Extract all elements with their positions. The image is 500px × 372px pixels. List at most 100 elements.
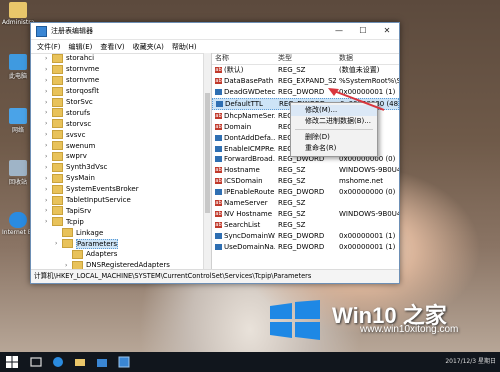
windows-logo-watermark	[270, 300, 320, 340]
expand-arrow-icon[interactable]: ›	[45, 131, 52, 138]
folder-icon	[52, 151, 63, 161]
key-tree[interactable]: › storahci › stornvme › stornvme › storqosflt › S…	[31, 53, 212, 269]
tree-node[interactable]: › stornvme	[31, 64, 211, 75]
value-row[interactable]: UseDomainNa... REG_DWORD 0x00000001 (1)	[212, 241, 399, 252]
menu-file[interactable]: 文件(F)	[33, 42, 65, 52]
expand-arrow-icon[interactable]: ›	[45, 99, 52, 106]
value-name-cell: UseDomainNa...	[212, 243, 275, 251]
values-header: 名称 类型 数据	[212, 53, 399, 65]
taskbar: 2017/12/3 星期日	[0, 352, 500, 372]
tree-node[interactable]: › storvsc	[31, 118, 211, 129]
value-name: UseDomainNa...	[224, 242, 275, 251]
menu-item-modify-binary[interactable]: 修改二进制数据(B)...	[291, 116, 377, 127]
minimize-button[interactable]: —	[327, 23, 351, 39]
value-row[interactable]: IPEnableRouter REG_DWORD 0x00000000 (0)	[212, 187, 399, 198]
expand-arrow-icon[interactable]: ›	[45, 186, 52, 193]
tree-scrollbar[interactable]	[203, 53, 211, 269]
title-bar[interactable]: 注册表编辑器 — ☐ ✕	[31, 23, 399, 40]
menu-item-delete[interactable]: 删除(D)	[291, 132, 377, 143]
value-row[interactable]: ab ICSDomain REG_SZ mshome.net	[212, 176, 399, 187]
expand-arrow-icon[interactable]: ›	[45, 218, 52, 225]
expand-arrow-icon[interactable]: ›	[45, 66, 52, 73]
value-name-cell: ab Hostname	[212, 166, 275, 174]
folder-icon	[52, 130, 63, 140]
column-type[interactable]: 类型	[275, 53, 336, 63]
computer-icon	[9, 54, 27, 70]
tree-node[interactable]: › Tcpip	[31, 216, 211, 227]
value-data: %SystemRoot%\Syste	[339, 77, 399, 86]
expand-arrow-icon[interactable]: ›	[45, 55, 52, 62]
expand-arrow-icon[interactable]: ›	[45, 142, 52, 149]
expand-arrow-icon[interactable]: ›	[65, 262, 72, 269]
tree-node[interactable]: › TabletInputService	[31, 195, 211, 206]
value-name-cell: DeadGWDetec...	[212, 88, 275, 96]
expand-arrow-icon[interactable]: ›	[45, 197, 52, 204]
tree-node[interactable]: › SysMain	[31, 173, 211, 184]
close-button[interactable]: ✕	[375, 23, 399, 39]
expand-arrow-icon[interactable]: ›	[45, 164, 52, 171]
edge-browser-icon[interactable]	[52, 356, 64, 368]
value-name: Hostname	[224, 166, 260, 175]
tree-node[interactable]: › swprv	[31, 151, 211, 162]
tree-node[interactable]: › storufs	[31, 107, 211, 118]
value-row[interactable]: abHostnameREG_SZWINDOWS-9B0U4I9	[212, 165, 399, 176]
menu-edit[interactable]: 编辑(E)	[65, 42, 97, 52]
recycle-bin-icon	[9, 160, 27, 176]
tree-node[interactable]: › storqosflt	[31, 86, 211, 97]
scrollbar-thumb[interactable]	[205, 93, 210, 213]
tree-node[interactable]: › Parameters	[31, 238, 211, 249]
tree-node[interactable]: › StorSvc	[31, 97, 211, 108]
tree-node[interactable]: Linkage	[31, 227, 211, 238]
value-row[interactable]: abNV HostnameREG_SZWINDOWS-9B0U4I9	[212, 208, 399, 219]
tree-node[interactable]: › Synth3dVsc	[31, 162, 211, 173]
tree-node-label: storufs	[66, 108, 91, 117]
task-view-icon[interactable]	[30, 356, 42, 368]
menu-item-rename[interactable]: 重命名(R)	[291, 143, 377, 154]
value-row[interactable]: ab SearchList REG_SZ	[212, 219, 399, 230]
tree-node[interactable]: › svsvc	[31, 129, 211, 140]
start-button-icon[interactable]	[6, 356, 18, 368]
value-row[interactable]: ab NameServer REG_SZ	[212, 198, 399, 209]
store-icon[interactable]	[96, 356, 108, 368]
value-data: (数值未设置)	[339, 66, 380, 75]
expand-arrow-icon[interactable]: ›	[45, 109, 52, 116]
folder-icon	[52, 119, 63, 129]
tree-node[interactable]: › DNSRegisteredAdapters	[31, 260, 211, 269]
expand-arrow-icon[interactable]: ›	[45, 88, 52, 95]
expand-arrow-icon[interactable]: ›	[45, 77, 52, 84]
folder-icon	[52, 97, 63, 107]
menu-help[interactable]: 帮助(H)	[168, 42, 201, 52]
menu-view[interactable]: 查看(V)	[96, 42, 128, 52]
tree-node-label: Tcpip	[66, 217, 84, 226]
expand-arrow-icon[interactable]: ›	[45, 120, 52, 127]
clock-date[interactable]: 2017/12/3 星期日	[445, 352, 496, 372]
expand-arrow-icon[interactable]: ›	[55, 240, 62, 247]
column-data[interactable]: 数据	[336, 53, 399, 63]
menu-favorites[interactable]: 收藏夹(A)	[129, 42, 168, 52]
tree-node[interactable]: › storahci	[31, 53, 211, 64]
expand-arrow-icon[interactable]: ›	[45, 207, 52, 214]
tree-node[interactable]: › swenum	[31, 140, 211, 151]
binary-value-icon	[215, 243, 222, 250]
maximize-button[interactable]: ☐	[351, 23, 375, 39]
tree-node-label: storvsc	[66, 119, 92, 128]
user-folder-icon	[9, 2, 27, 18]
column-name[interactable]: 名称	[212, 53, 275, 63]
folder-icon	[52, 86, 63, 96]
tree-node[interactable]: › SystemEventsBroker	[31, 184, 211, 195]
folder-icon	[52, 184, 63, 194]
value-row[interactable]: ab (默认) REG_SZ (数值未设置)	[212, 65, 399, 76]
tree-node[interactable]: Adapters	[31, 249, 211, 260]
tree-node[interactable]: › TapiSrv	[31, 205, 211, 216]
expand-arrow-icon[interactable]: ›	[45, 153, 52, 160]
file-explorer-icon[interactable]	[74, 356, 86, 368]
folder-icon	[52, 75, 63, 85]
expand-arrow-icon[interactable]: ›	[45, 175, 52, 182]
tree-node[interactable]: › stornvme	[31, 75, 211, 86]
value-row[interactable]: SyncDomainW...REG_DWORD 0x00000001 (1)	[212, 230, 399, 241]
tree-node-label: swprv	[66, 152, 87, 161]
value-name: DefaultTTL	[225, 100, 263, 108]
value-name: DhcpNameSer...	[224, 111, 275, 120]
regedit-taskbar-icon[interactable]	[118, 356, 130, 368]
value-name: NameServer	[224, 199, 268, 208]
